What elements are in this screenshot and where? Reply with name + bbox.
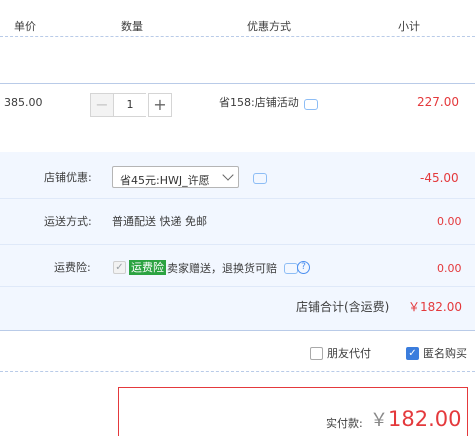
- panel-divider: [0, 198, 475, 199]
- payment-label: 实付款:: [326, 417, 363, 430]
- friend-pay-label: 朋友代付: [327, 347, 371, 360]
- insurance-badge: 运费险: [129, 260, 166, 275]
- shop-total-value: ￥182.00: [408, 300, 462, 314]
- unit-price: 385.00: [4, 96, 43, 109]
- col-discount: 优惠方式: [247, 20, 291, 33]
- chevron-down-icon: [222, 169, 234, 181]
- message-icon[interactable]: [253, 173, 267, 184]
- col-unit-price: 单价: [14, 20, 36, 33]
- decrease-button[interactable]: −: [90, 93, 114, 117]
- insurance-amount: 0.00: [437, 262, 462, 275]
- panel-divider: [0, 286, 475, 287]
- item-discount-text: 省158:店铺活动: [219, 96, 299, 109]
- insurance-text: 卖家赠送，退换货可赔: [167, 262, 277, 275]
- shipping-value: 普通配送 快递 免邮: [112, 215, 207, 228]
- quantity-stepper: − 1 +: [90, 93, 172, 117]
- insurance-label: 运费险:: [54, 261, 91, 274]
- quantity-input[interactable]: 1: [114, 93, 146, 117]
- payment-currency: ￥: [370, 410, 388, 431]
- anonymous-checkbox[interactable]: ✓: [406, 347, 419, 360]
- order-table-header: 单价 数量 优惠方式 小计: [0, 0, 475, 36]
- message-icon[interactable]: [304, 99, 318, 110]
- increase-button[interactable]: +: [148, 93, 172, 117]
- shop-total-label: 店铺合计(含运费): [296, 300, 390, 314]
- item-subtotal: 227.00: [417, 95, 459, 109]
- options-divider: [0, 371, 475, 372]
- payment-amount: 182.00: [388, 407, 462, 431]
- panel-divider: [0, 244, 475, 245]
- coupon-select[interactable]: 省45元:HWJ_许愿: [112, 166, 239, 188]
- panel-bottom-divider: [0, 330, 475, 331]
- friend-pay-checkbox[interactable]: [310, 347, 323, 360]
- coupon-selected: 省45元:HWJ_许愿: [120, 174, 210, 187]
- col-subtotal: 小计: [398, 20, 420, 33]
- item-top-divider: [0, 83, 475, 84]
- message-icon[interactable]: [284, 263, 298, 274]
- shipping-amount: 0.00: [437, 215, 462, 228]
- coupon-label: 店铺优惠:: [44, 171, 92, 184]
- header-divider: [0, 36, 475, 37]
- coupon-amount: -45.00: [420, 171, 459, 185]
- col-quantity: 数量: [121, 20, 143, 33]
- insurance-checkbox: ✓: [113, 261, 126, 274]
- anonymous-label: 匿名购买: [423, 347, 467, 360]
- shipping-label: 运送方式:: [44, 215, 92, 228]
- help-icon[interactable]: ?: [297, 261, 310, 274]
